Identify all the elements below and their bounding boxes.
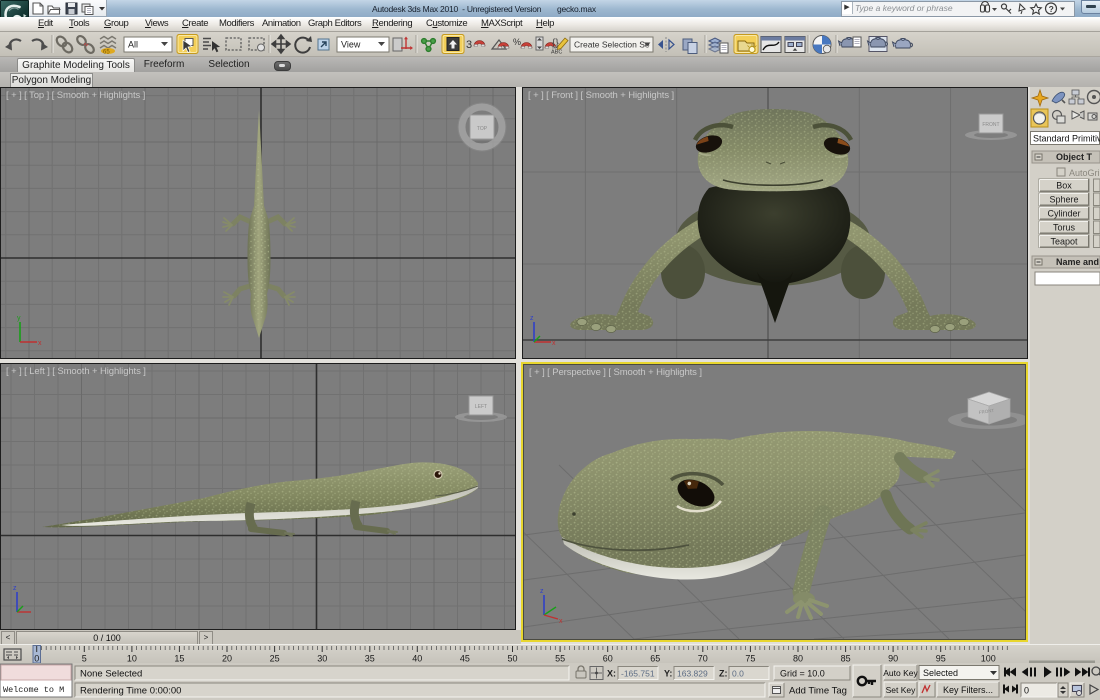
svg-text:25: 25 xyxy=(270,654,280,664)
svg-text:85: 85 xyxy=(841,654,851,664)
svg-text:z: z xyxy=(13,585,17,592)
svg-text:Add Time Tag: Add Time Tag xyxy=(789,686,847,697)
svg-text:100: 100 xyxy=(981,654,996,664)
svg-text:35: 35 xyxy=(365,654,375,664)
svg-text:30: 30 xyxy=(317,654,327,664)
svg-text:z: z xyxy=(530,315,534,322)
svg-text:45: 45 xyxy=(460,654,470,664)
svg-text:Cylinder: Cylinder xyxy=(1047,209,1080,219)
svg-text:Z:: Z: xyxy=(719,669,728,679)
svg-text:Auto Key: Auto Key xyxy=(883,668,918,678)
svg-text:65: 65 xyxy=(650,654,660,664)
svg-text:10: 10 xyxy=(127,654,137,664)
svg-text:AutoGri: AutoGri xyxy=(1069,168,1100,178)
svg-text:3: 3 xyxy=(466,39,472,51)
svg-text:Standard Primitives: Standard Primitives xyxy=(1033,134,1100,144)
svg-text:70: 70 xyxy=(698,654,708,664)
svg-text:15: 15 xyxy=(174,654,184,664)
svg-text:95: 95 xyxy=(936,654,946,664)
svg-text:LEFT: LEFT xyxy=(475,404,487,410)
svg-text:80: 80 xyxy=(793,654,803,664)
svg-text:x: x xyxy=(559,618,563,625)
svg-text:Create Selection Se: Create Selection Se xyxy=(574,40,650,50)
svg-text:Object T: Object T xyxy=(1056,152,1093,162)
svg-text:Grid = 10.0: Grid = 10.0 xyxy=(780,669,825,679)
svg-text:90: 90 xyxy=(888,654,898,664)
svg-text:0: 0 xyxy=(1024,686,1029,696)
svg-text:Torus: Torus xyxy=(1053,223,1076,233)
svg-text:Rendering Time 0:00:00: Rendering Time 0:00:00 xyxy=(80,686,181,697)
svg-text:ABC: ABC xyxy=(551,50,562,56)
svg-text:TOP: TOP xyxy=(477,126,488,132)
svg-text:75: 75 xyxy=(745,654,755,664)
svg-text:5: 5 xyxy=(82,654,87,664)
svg-text:Set Key: Set Key xyxy=(886,685,917,695)
svg-text:55: 55 xyxy=(555,654,565,664)
svg-text:65: 65 xyxy=(103,50,110,56)
svg-text:-165.751: -165.751 xyxy=(621,669,655,679)
svg-text:%: % xyxy=(513,37,521,47)
svg-text:Teapot: Teapot xyxy=(1050,237,1078,247)
svg-text:Selected: Selected xyxy=(923,668,958,678)
svg-text:View: View xyxy=(341,40,361,50)
svg-text:50: 50 xyxy=(507,654,517,664)
svg-text:Welcome to M: Welcome to M xyxy=(3,685,64,695)
svg-text:Sphere: Sphere xyxy=(1049,195,1078,205)
svg-text:All: All xyxy=(128,40,138,50)
svg-text:40: 40 xyxy=(412,654,422,664)
svg-text:x: x xyxy=(38,340,42,347)
svg-text:Key Filters...: Key Filters... xyxy=(943,685,993,695)
svg-text:Box: Box xyxy=(1056,181,1072,191)
svg-text:20: 20 xyxy=(222,654,232,664)
svg-text:X:: X: xyxy=(607,669,616,679)
svg-text:z: z xyxy=(540,588,544,595)
svg-text:Y:: Y: xyxy=(664,669,672,679)
svg-text:0: 0 xyxy=(34,654,39,664)
svg-text:FRONT: FRONT xyxy=(982,122,999,128)
svg-text:?: ? xyxy=(1049,4,1054,14)
svg-text:60: 60 xyxy=(603,654,613,664)
svg-text:Name and: Name and xyxy=(1056,257,1099,267)
svg-text:0.0: 0.0 xyxy=(732,669,744,679)
svg-text:x: x xyxy=(552,340,556,347)
svg-text:163.829: 163.829 xyxy=(677,669,708,679)
svg-text:y: y xyxy=(17,315,21,322)
svg-text:None Selected: None Selected xyxy=(80,669,142,680)
